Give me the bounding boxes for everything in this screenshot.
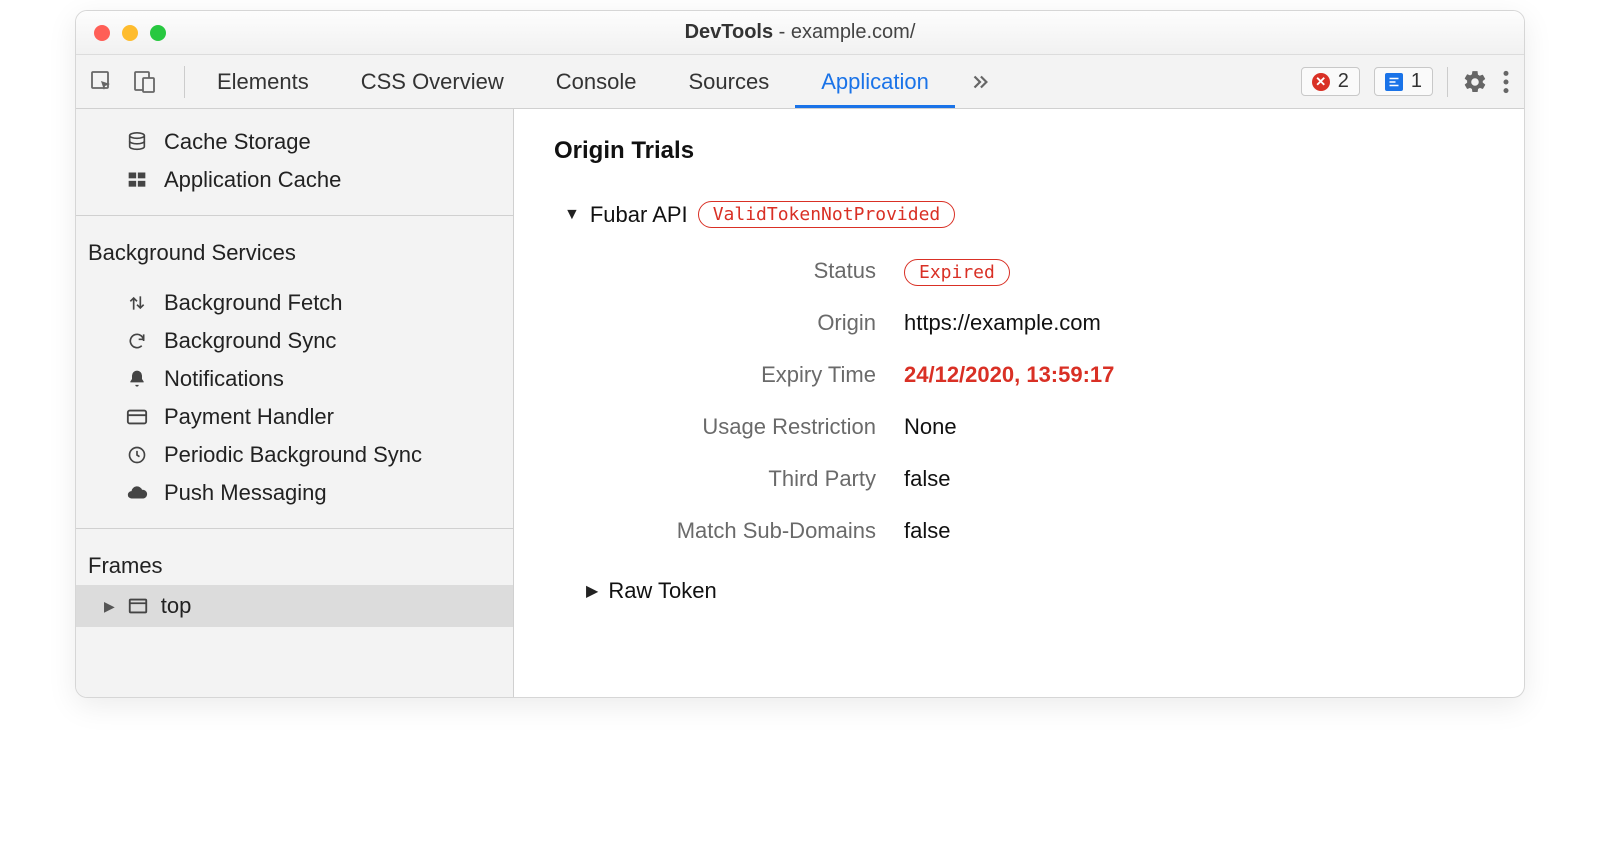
sidebar-section-background-services[interactable]: Background Services bbox=[76, 222, 513, 276]
minimize-window-button[interactable] bbox=[122, 25, 138, 41]
settings-icon[interactable] bbox=[1462, 69, 1488, 95]
field-value-status: Expired bbox=[904, 258, 1484, 284]
origin-trial-details: Status Expired Origin https://example.co… bbox=[594, 258, 1484, 544]
issues-badge[interactable]: 1 bbox=[1374, 67, 1433, 96]
tab-console[interactable]: Console bbox=[530, 55, 663, 108]
field-value-origin: https://example.com bbox=[904, 310, 1484, 336]
window-title: DevTools - example.com/ bbox=[76, 21, 1524, 44]
sidebar-item-frame-top[interactable]: ▶ top bbox=[76, 585, 513, 627]
toolbar-separator bbox=[184, 66, 185, 98]
sidebar-item-application-cache[interactable]: Application Cache bbox=[76, 161, 513, 199]
toolbar-separator bbox=[1447, 67, 1448, 97]
devtools-toolbar: Elements CSS Overview Console Sources Ap… bbox=[76, 55, 1524, 109]
tab-css-overview[interactable]: CSS Overview bbox=[335, 55, 530, 108]
bell-icon bbox=[124, 369, 150, 389]
sidebar-item-notifications[interactable]: Notifications bbox=[76, 360, 513, 398]
raw-token-row[interactable]: ▶ Raw Token bbox=[586, 578, 1484, 604]
origin-trial-name: Fubar API bbox=[590, 202, 688, 228]
window-titlebar: DevTools - example.com/ bbox=[76, 11, 1524, 55]
panel-tabs: Elements CSS Overview Console Sources Ap… bbox=[191, 55, 1005, 108]
errors-count: 2 bbox=[1338, 70, 1349, 93]
field-label-origin: Origin bbox=[594, 310, 904, 336]
more-tabs-button[interactable] bbox=[955, 55, 1005, 108]
window-title-app: DevTools bbox=[685, 21, 774, 43]
credit-card-icon bbox=[124, 406, 150, 428]
field-label-match-subdomains: Match Sub-Domains bbox=[594, 518, 904, 544]
disclosure-triangle-open-icon[interactable]: ▼ bbox=[564, 206, 580, 224]
sync-icon bbox=[124, 331, 150, 351]
frame-label: top bbox=[161, 593, 192, 619]
tab-sources[interactable]: Sources bbox=[662, 55, 795, 108]
issues-count: 1 bbox=[1411, 70, 1422, 93]
tab-elements[interactable]: Elements bbox=[191, 55, 335, 108]
field-value-match-subdomains: false bbox=[904, 518, 1484, 544]
devtools-window: DevTools - example.com/ bbox=[75, 10, 1525, 698]
sidebar-section-frames[interactable]: Frames bbox=[76, 535, 513, 585]
field-value-third-party: false bbox=[904, 466, 1484, 492]
sidebar-item-label: Background Sync bbox=[164, 328, 336, 354]
inspect-element-icon[interactable] bbox=[90, 70, 114, 94]
window-title-sep: - bbox=[773, 21, 791, 43]
sidebar-item-background-fetch[interactable]: Background Fetch bbox=[76, 284, 513, 322]
grid-icon bbox=[124, 170, 150, 190]
status-pill: Expired bbox=[904, 259, 1010, 286]
error-icon: ✕ bbox=[1312, 73, 1330, 91]
sidebar-item-label: Notifications bbox=[164, 366, 284, 392]
expand-triangle-icon[interactable]: ▶ bbox=[104, 598, 115, 615]
origin-trials-panel: Origin Trials ▼ Fubar API ValidTokenNotP… bbox=[514, 109, 1524, 697]
sidebar-divider bbox=[76, 215, 513, 216]
tab-application[interactable]: Application bbox=[795, 55, 955, 108]
sidebar-item-label: Payment Handler bbox=[164, 404, 334, 430]
sidebar-item-label: Background Fetch bbox=[164, 290, 343, 316]
field-value-expiry: 24/12/2020, 13:59:17 bbox=[904, 362, 1484, 388]
field-label-expiry: Expiry Time bbox=[594, 362, 904, 388]
sidebar-item-background-sync[interactable]: Background Sync bbox=[76, 322, 513, 360]
more-options-icon[interactable] bbox=[1502, 69, 1510, 95]
field-value-usage-restriction: None bbox=[904, 414, 1484, 440]
close-window-button[interactable] bbox=[94, 25, 110, 41]
database-icon bbox=[124, 131, 150, 153]
sidebar-divider bbox=[76, 528, 513, 529]
clock-icon bbox=[124, 445, 150, 465]
up-down-arrows-icon bbox=[124, 293, 150, 313]
sidebar-item-label: Push Messaging bbox=[164, 480, 327, 506]
cloud-icon bbox=[124, 482, 150, 504]
sidebar-item-label: Cache Storage bbox=[164, 129, 311, 155]
token-status-pill: ValidTokenNotProvided bbox=[698, 201, 956, 228]
sidebar-item-payment-handler[interactable]: Payment Handler bbox=[76, 398, 513, 436]
sidebar-item-label: Periodic Background Sync bbox=[164, 442, 422, 468]
raw-token-label: Raw Token bbox=[608, 578, 716, 604]
traffic-lights bbox=[76, 25, 166, 41]
field-label-status: Status bbox=[594, 258, 904, 284]
device-toolbar-icon[interactable] bbox=[132, 70, 156, 94]
field-label-usage-restriction: Usage Restriction bbox=[594, 414, 904, 440]
window-icon bbox=[125, 595, 151, 617]
panel-heading: Origin Trials bbox=[554, 137, 1484, 165]
zoom-window-button[interactable] bbox=[150, 25, 166, 41]
disclosure-triangle-closed-icon[interactable]: ▶ bbox=[586, 581, 598, 601]
panel-body: Cache Storage Application Cache Backgrou… bbox=[76, 109, 1524, 697]
sidebar-item-cache-storage[interactable]: Cache Storage bbox=[76, 123, 513, 161]
issues-icon bbox=[1385, 73, 1403, 91]
errors-badge[interactable]: ✕ 2 bbox=[1301, 67, 1360, 96]
sidebar-item-push-messaging[interactable]: Push Messaging bbox=[76, 474, 513, 512]
sidebar-item-periodic-background-sync[interactable]: Periodic Background Sync bbox=[76, 436, 513, 474]
origin-trial-row[interactable]: ▼ Fubar API ValidTokenNotProvided bbox=[554, 201, 1484, 228]
application-sidebar: Cache Storage Application Cache Backgrou… bbox=[76, 109, 514, 697]
field-label-third-party: Third Party bbox=[594, 466, 904, 492]
window-title-site: example.com/ bbox=[791, 21, 916, 43]
sidebar-item-label: Application Cache bbox=[164, 167, 341, 193]
